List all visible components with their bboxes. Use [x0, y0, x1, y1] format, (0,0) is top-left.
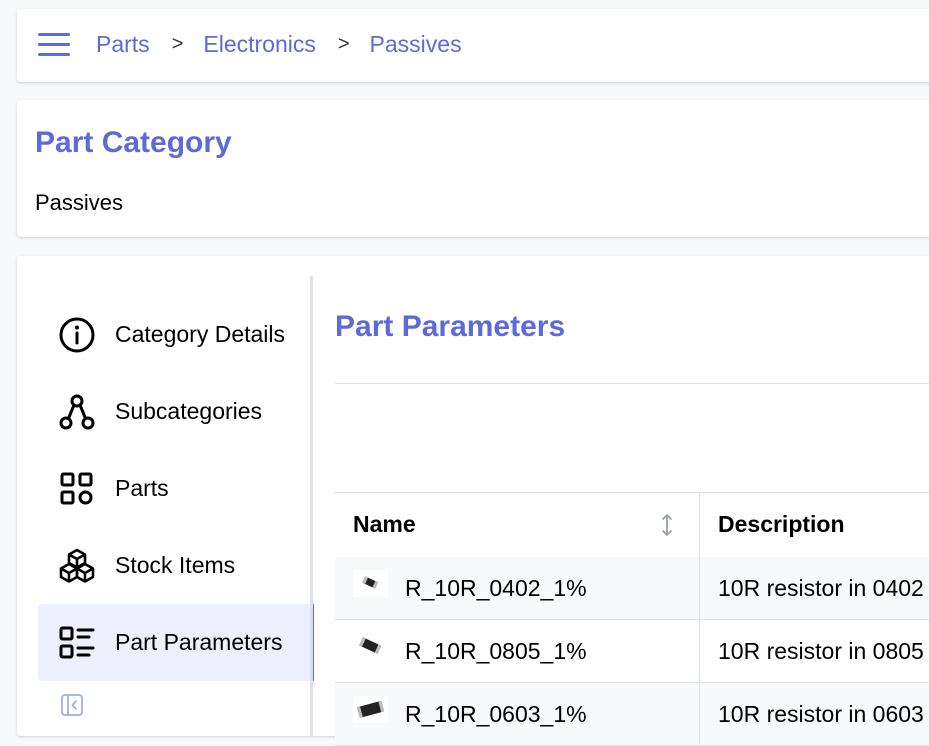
table-header-row: Name Description	[335, 493, 929, 558]
table-cell-name: R_10R_0402_1%	[335, 557, 700, 619]
table-cell-name: R_10R_0805_1%	[335, 620, 700, 682]
sidebar-item-label: Subcategories	[115, 398, 263, 424]
boxes-icon	[59, 548, 95, 583]
sidebar-divider	[310, 276, 313, 736]
list-details-icon	[59, 626, 95, 659]
category-name: Passives	[35, 190, 124, 215]
sidebar-item-label: Stock Items	[115, 552, 236, 578]
sidebar-item-category-details[interactable]: Category Details	[38, 296, 312, 373]
breadcrumb-item-parts[interactable]: Parts	[96, 31, 150, 58]
hierarchy-icon	[59, 394, 95, 430]
category-panel: Category Details Subcategories Parts Sto…	[17, 256, 929, 746]
breadcrumb-item-passives[interactable]: Passives	[370, 31, 462, 58]
part-name[interactable]: R_10R_0805_1%	[405, 638, 587, 665]
header-bar: Parts > Electronics > Passives	[17, 9, 929, 82]
sidebar-item-label: Part Parameters	[115, 629, 283, 655]
category-header: Part Category Passives	[17, 100, 929, 237]
column-header-name[interactable]: Name	[335, 493, 700, 557]
sort-icon[interactable]	[660, 513, 674, 537]
table-cell-description: 10R resistor in 0805	[700, 620, 929, 682]
parameters-table: Name Description R_10R_0402_1% 10R resis…	[334, 492, 929, 746]
table-cell-name: R_10R_0603_1%	[335, 683, 700, 745]
table-row[interactable]: R_10R_0805_1% 10R resistor in 0805	[335, 620, 929, 683]
sidebar-item-label: Category Details	[115, 321, 286, 347]
sidebar-collapse-icon[interactable]	[60, 693, 84, 717]
breadcrumb: Parts > Electronics > Passives	[96, 31, 462, 58]
column-header-description[interactable]: Description	[700, 493, 929, 557]
part-thumbnail-icon	[353, 570, 388, 597]
grid-icon	[60, 472, 93, 505]
sidebar-nav: Category Details Subcategories Parts Sto…	[38, 276, 314, 736]
breadcrumb-item-electronics[interactable]: Electronics	[203, 31, 315, 58]
part-thumbnail-icon	[353, 633, 388, 660]
table-cell-description: 10R resistor in 0603	[700, 683, 929, 745]
part-thumbnail-icon	[353, 696, 388, 723]
sidebar-item-parts[interactable]: Parts	[38, 450, 312, 527]
panel-title: Part Parameters	[335, 310, 566, 343]
sidebar-item-part-parameters[interactable]: Part Parameters	[38, 604, 314, 681]
table-cell-description: 10R resistor in 0402	[700, 557, 929, 619]
column-header-label: Description	[718, 511, 845, 537]
hamburger-menu-icon[interactable]	[38, 31, 70, 59]
page-title: Part Category	[35, 126, 232, 159]
info-circle-icon	[59, 317, 95, 353]
divider	[335, 383, 929, 384]
part-description: 10R resistor in 0402	[718, 575, 924, 601]
part-description: 10R resistor in 0805	[718, 638, 924, 664]
breadcrumb-separator: >	[337, 33, 350, 55]
sidebar-item-stock-items[interactable]: Stock Items	[38, 527, 312, 604]
column-header-label: Name	[353, 511, 416, 537]
breadcrumb-separator: >	[171, 33, 184, 55]
table-row[interactable]: R_10R_0402_1% 10R resistor in 0402	[335, 557, 929, 620]
part-name[interactable]: R_10R_0402_1%	[405, 575, 587, 602]
sidebar-item-label: Parts	[115, 475, 169, 501]
sidebar-item-subcategories[interactable]: Subcategories	[38, 373, 312, 450]
